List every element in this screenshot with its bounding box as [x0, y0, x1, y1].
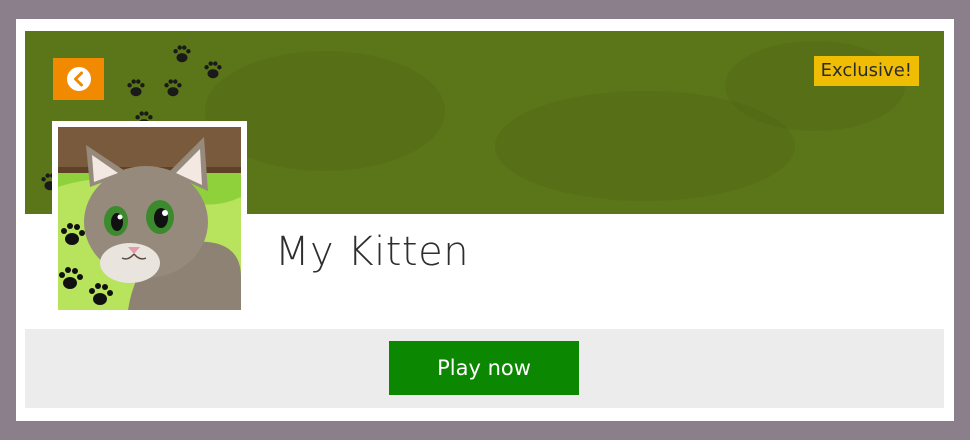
game-card: Exclusive! My Kitten Play now — [16, 19, 954, 421]
footer-bar: Play now — [25, 329, 944, 408]
paw-print-icon — [173, 45, 191, 63]
paw-print-icon — [127, 79, 145, 97]
exclusive-badge: Exclusive! — [813, 56, 919, 86]
avatar-frame — [52, 121, 247, 315]
back-button[interactable] — [53, 58, 104, 100]
play-now-button[interactable]: Play now — [389, 341, 579, 395]
chevron-left-icon — [66, 67, 91, 91]
game-title: My Kitten — [275, 229, 470, 275]
paw-print-icon — [204, 61, 222, 79]
paw-print-icon — [164, 79, 182, 97]
kitten-avatar — [58, 127, 241, 310]
